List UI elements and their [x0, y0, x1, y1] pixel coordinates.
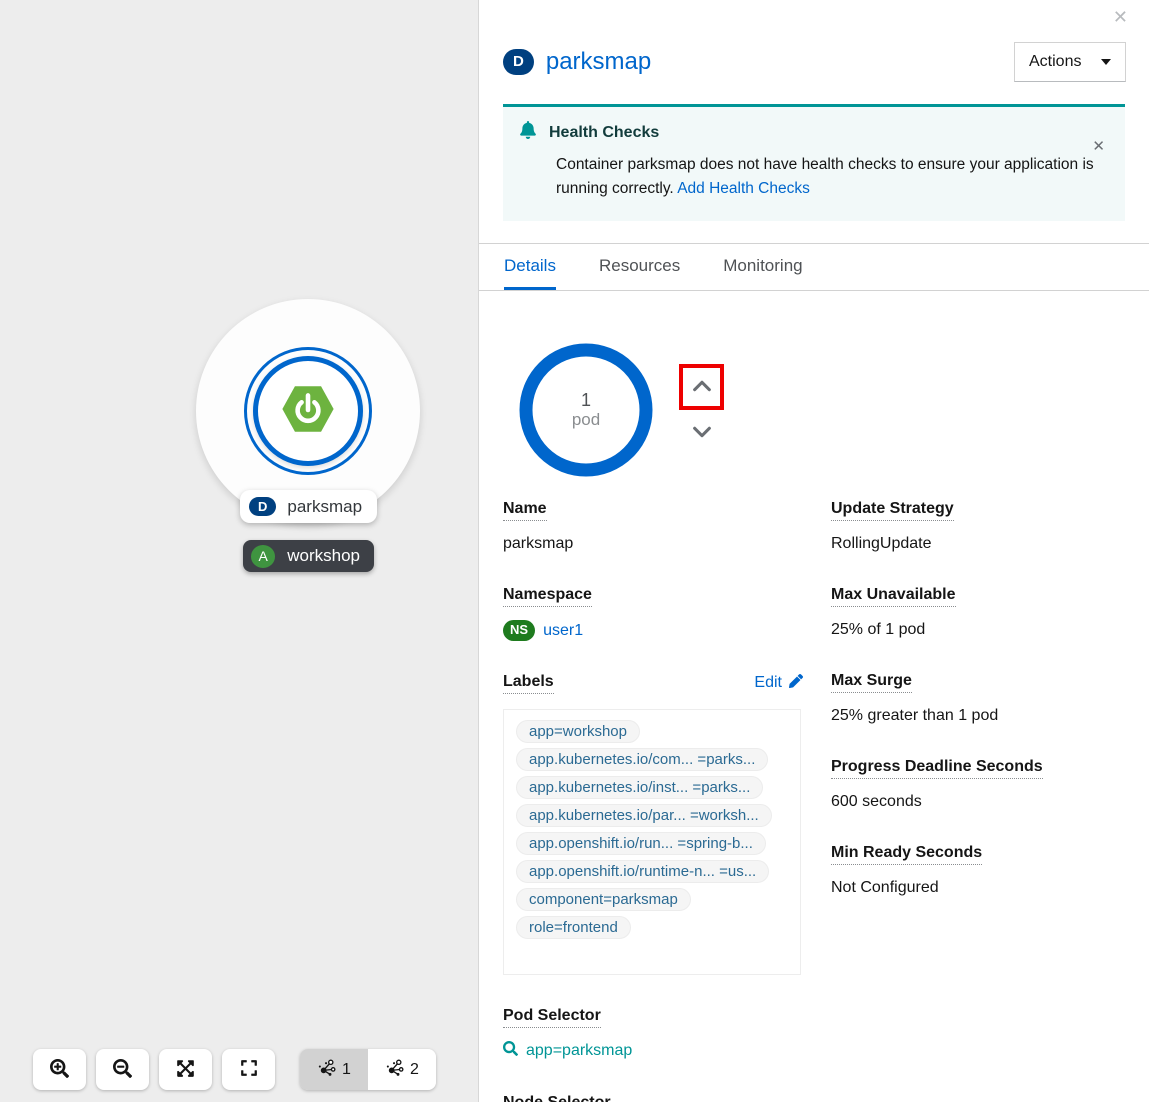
tab-resources[interactable]: Resources	[599, 244, 680, 290]
max-unavailable-field: Max Unavailable 25% of 1 pod	[831, 586, 1131, 639]
labels-field: Labels Edit app=workshop app.kubernetes.…	[503, 674, 803, 975]
add-health-checks-link[interactable]: Add Health Checks	[677, 180, 810, 197]
fit-to-screen-button[interactable]	[159, 1049, 212, 1090]
namespace-link[interactable]: user1	[543, 621, 583, 640]
workload-node-parksmap[interactable]	[253, 356, 363, 466]
pod-selector-link[interactable]: app=parksmap	[526, 1042, 632, 1060]
progress-deadline-label: Progress Deadline Seconds	[831, 759, 1043, 779]
pod-unit: pod	[572, 410, 600, 430]
resource-title: D parksmap	[503, 48, 651, 76]
labels-box: app=workshop app.kubernetes.io/com... =p…	[503, 709, 801, 975]
node-selector-label: Node Selector	[503, 1095, 611, 1102]
zoom-in-icon	[50, 1059, 69, 1081]
expand-arrows-icon	[176, 1059, 195, 1081]
health-checks-alert: Health Checks ✕ Container parksmap does …	[503, 104, 1125, 221]
resource-side-panel: ✕ D parksmap Actions Health Checks ✕ Con…	[478, 0, 1149, 1102]
tab-monitoring[interactable]: Monitoring	[723, 244, 802, 290]
label-chip[interactable]: app.kubernetes.io/par... =worksh...	[516, 804, 772, 827]
max-unavailable-label: Max Unavailable	[831, 587, 956, 607]
topology-control-bar: 1 2	[33, 1049, 436, 1090]
resource-name-link[interactable]: parksmap	[546, 48, 651, 76]
chevron-up-icon	[691, 377, 713, 398]
alert-close-icon[interactable]: ✕	[1092, 137, 1105, 155]
layout-1-label: 1	[342, 1061, 351, 1079]
pod-selector-label: Pod Selector	[503, 1008, 601, 1028]
node-selector-field: Node Selector	[503, 1094, 803, 1102]
labels-label: Labels	[503, 674, 554, 694]
screen: D parksmap A workshop	[0, 0, 1149, 1102]
namespace-field: Namespace NS user1	[503, 586, 803, 641]
pod-selector-field: Pod Selector app=parksmap	[503, 1007, 803, 1061]
layout-2-button[interactable]: 2	[368, 1049, 436, 1090]
actions-label: Actions	[1029, 53, 1081, 71]
max-surge-label: Max Surge	[831, 673, 912, 693]
edit-label: Edit	[754, 674, 782, 692]
scale-down-button[interactable]	[683, 420, 721, 446]
scale-up-highlight-box	[679, 364, 724, 410]
update-strategy-label: Update Strategy	[831, 501, 954, 521]
layout-1-button[interactable]: 1	[300, 1049, 368, 1090]
max-unavailable-value: 25% of 1 pod	[831, 620, 1131, 639]
bell-icon	[519, 121, 537, 144]
layout-2-label: 2	[410, 1061, 419, 1079]
node-label-text: parksmap	[287, 497, 362, 517]
application-badge: A	[251, 545, 275, 568]
application-group-label-workshop[interactable]: A workshop	[243, 540, 374, 572]
details-column-right: Update Strategy RollingUpdate Max Unavai…	[831, 500, 1131, 930]
panel-header: D parksmap Actions	[503, 42, 1126, 82]
pod-count: 1	[581, 390, 591, 410]
zoom-in-button[interactable]	[33, 1049, 86, 1090]
zoom-out-icon	[113, 1059, 132, 1081]
reset-view-button[interactable]	[222, 1049, 275, 1090]
max-surge-field: Max Surge 25% greater than 1 pod	[831, 672, 1131, 725]
details-column-left: Name parksmap Namespace NS user1 Labels …	[503, 500, 803, 1102]
label-chip[interactable]: app.openshift.io/run... =spring-b...	[516, 832, 766, 855]
application-label-text: workshop	[287, 546, 360, 566]
name-value: parksmap	[503, 534, 803, 553]
progress-deadline-value: 600 seconds	[831, 792, 1131, 811]
node-label-parksmap[interactable]: D parksmap	[240, 490, 377, 523]
deployment-badge: D	[503, 49, 534, 75]
name-field: Name parksmap	[503, 500, 803, 553]
search-icon	[503, 1041, 518, 1061]
topology-canvas[interactable]: D parksmap A workshop	[0, 0, 478, 1102]
min-ready-label: Min Ready Seconds	[831, 845, 982, 865]
topology-layout-icon	[317, 1058, 336, 1082]
fullscreen-brackets-icon	[240, 1059, 258, 1080]
min-ready-field: Min Ready Seconds Not Configured	[831, 844, 1131, 897]
pencil-icon	[789, 674, 803, 693]
alert-title: Health Checks	[549, 124, 659, 142]
panel-tabs: Details Resources Monitoring	[479, 243, 1149, 291]
actions-dropdown-button[interactable]: Actions	[1014, 42, 1126, 82]
topology-layout-icon	[385, 1058, 404, 1082]
label-chip[interactable]: app=workshop	[516, 720, 640, 743]
namespace-label: Namespace	[503, 587, 592, 607]
scale-up-button[interactable]	[691, 377, 713, 398]
max-surge-value: 25% greater than 1 pod	[831, 706, 1131, 725]
label-chip[interactable]: app.kubernetes.io/inst... =parks...	[516, 776, 763, 799]
name-label: Name	[503, 501, 547, 521]
label-chip[interactable]: app.kubernetes.io/com... =parks...	[516, 748, 768, 771]
min-ready-value: Not Configured	[831, 878, 1131, 897]
namespace-badge: NS	[503, 620, 535, 641]
caret-down-icon	[1101, 59, 1111, 65]
label-chip[interactable]: component=parksmap	[516, 888, 691, 911]
update-strategy-value: RollingUpdate	[831, 534, 1131, 553]
spring-boot-icon	[279, 380, 337, 443]
alert-body: Container parksmap does not have health …	[556, 153, 1101, 201]
tab-details[interactable]: Details	[504, 244, 556, 290]
progress-deadline-field: Progress Deadline Seconds 600 seconds	[831, 758, 1131, 811]
zoom-out-button[interactable]	[96, 1049, 149, 1090]
chevron-down-icon	[691, 423, 713, 444]
deployment-badge: D	[249, 497, 276, 517]
label-chip[interactable]: app.openshift.io/runtime-n... =us...	[516, 860, 769, 883]
panel-close-icon[interactable]: ✕	[1113, 8, 1128, 26]
labels-edit-button[interactable]: Edit	[754, 674, 803, 693]
pod-donut-text: 1 pod	[519, 343, 653, 477]
update-strategy-field: Update Strategy RollingUpdate	[831, 500, 1131, 553]
pod-count-donut[interactable]: 1 pod	[519, 343, 653, 477]
layout-toggle-group: 1 2	[300, 1049, 436, 1090]
label-chip[interactable]: role=frontend	[516, 916, 631, 939]
